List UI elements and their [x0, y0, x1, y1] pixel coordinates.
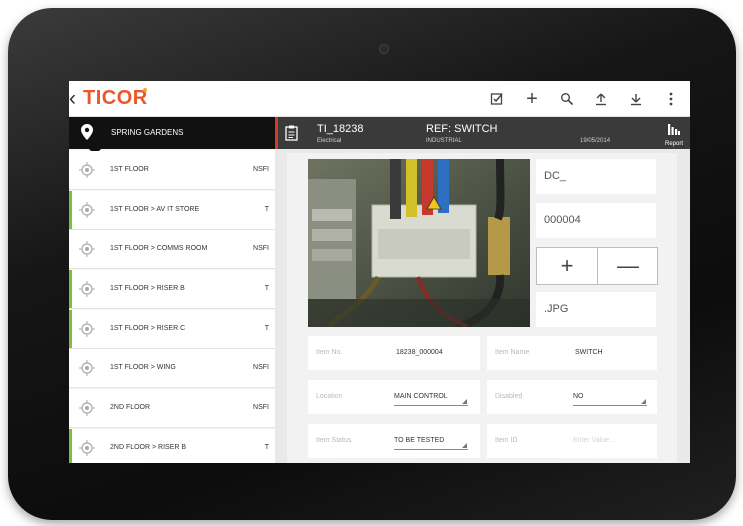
report-button[interactable]: Report	[662, 122, 686, 147]
list-item[interactable]: 2ND FLOOR > RISER B T	[69, 428, 275, 463]
map-pin-icon	[81, 124, 93, 140]
list-item[interactable]: 2ND FLOOR NSFI	[69, 389, 275, 429]
item-header: TI_18238 Electrical REF: SWITCH INDUSTRI…	[278, 117, 690, 149]
list-item-label: 1ST FLOOR > RISER B	[110, 285, 185, 293]
location-list: 1ST FLOOR NSFI 1ST FLOOR > AV IT STORE T…	[69, 151, 275, 463]
search-icon[interactable]	[556, 88, 578, 110]
extension-value: .JPG	[544, 303, 569, 315]
list-item-code: NSFI	[253, 166, 269, 173]
select-underline	[394, 449, 468, 450]
item-id-label: Item ID	[495, 437, 518, 444]
dropdown-icon	[462, 443, 467, 448]
app-screen: ‹ TICOR + SPRING GARDENS 1ST FLOOR NSFI …	[69, 81, 690, 463]
list-item-code: NSFI	[253, 245, 269, 253]
location-name: SPRING GARDENS	[111, 128, 184, 137]
item-no-label: Item No.	[316, 349, 343, 356]
item-id-placeholder: Enter Value...	[573, 437, 615, 444]
item-status-select[interactable]: Item Status TO BE TESTED	[308, 424, 480, 458]
select-underline	[394, 405, 468, 406]
status-label: Item Status	[316, 437, 352, 444]
location-value: MAIN CONTROL	[394, 393, 448, 400]
item-category: Electrical	[317, 138, 342, 144]
item-no-value: 18238_000004	[396, 349, 443, 356]
list-item-label: 1ST FLOOR > AV IT STORE	[110, 205, 200, 213]
back-arrow-icon[interactable]: ‹	[69, 87, 76, 111]
location-select[interactable]: Location MAIN CONTROL	[308, 380, 480, 414]
target-icon	[79, 439, 95, 456]
item-ref-title: REF: SWITCH	[426, 123, 498, 135]
item-detail-panel: DC_ 000004 + — .JPG Item No. 18238_00000…	[287, 153, 677, 463]
camera-icon	[379, 44, 389, 54]
target-icon	[79, 201, 95, 218]
item-no-field[interactable]: Item No. 18238_000004	[308, 336, 480, 370]
target-icon	[79, 162, 95, 178]
dropdown-icon	[641, 399, 646, 404]
list-item-label: 1ST FLOOR	[110, 166, 149, 173]
target-icon	[79, 320, 95, 337]
extension-field[interactable]: .JPG	[536, 292, 656, 327]
item-date: 19/05/2014	[580, 138, 611, 144]
list-item[interactable]: 1ST FLOOR > RISER B T	[69, 270, 275, 310]
clipboard-icon	[285, 125, 298, 141]
more-vert-icon[interactable]	[660, 88, 682, 110]
list-item[interactable]: 1ST FLOOR > AV IT STORE T	[69, 190, 275, 230]
item-name-label: Item Name	[495, 349, 530, 356]
download-icon[interactable]	[625, 88, 647, 110]
increment-button[interactable]: +	[537, 248, 597, 284]
list-item-code: NSFI	[253, 404, 269, 412]
status-value: TO BE TESTED	[394, 437, 445, 444]
report-label: Report	[664, 141, 683, 147]
list-item[interactable]: 1ST FLOOR > WING NSFI	[69, 349, 275, 389]
list-item-label: 2ND FLOOR	[110, 404, 151, 412]
item-id-field[interactable]: Item ID Enter Value...	[487, 424, 657, 458]
list-item-label: 2ND FLOOR > RISER B	[110, 443, 187, 451]
disabled-label: Disabled	[495, 393, 523, 400]
list-item-label: 1ST FLOOR > WING	[110, 364, 176, 372]
list-item-code: NSFI	[253, 364, 269, 372]
number-value: 000004	[544, 214, 581, 226]
list-item[interactable]: 1ST FLOOR > RISER C T	[69, 309, 275, 349]
target-icon	[79, 241, 95, 258]
disabled-select[interactable]: Disabled NO	[487, 380, 657, 414]
list-item[interactable]: 1ST FLOOR > COMMS ROOM NSFI	[69, 230, 275, 270]
list-item-code: T	[264, 205, 269, 213]
number-field[interactable]: 000004	[536, 203, 656, 238]
location-label: Location	[316, 393, 343, 400]
list-item-label: 1ST FLOOR > RISER C	[110, 324, 186, 332]
list-item[interactable]: 1ST FLOOR NSFI	[69, 151, 275, 190]
number-stepper: + —	[536, 247, 658, 285]
target-icon	[79, 360, 95, 377]
list-item-label: 1ST FLOOR > COMMS ROOM	[110, 245, 208, 253]
location-sidebar: SPRING GARDENS 1ST FLOOR NSFI 1ST FLOOR …	[69, 117, 275, 463]
app-bar: ‹ TICOR +	[69, 81, 690, 117]
item-type: INDUSTRIAL	[426, 138, 462, 144]
decrement-button[interactable]: —	[598, 248, 658, 284]
checklist-icon[interactable]	[486, 88, 508, 110]
target-icon	[79, 400, 95, 417]
app-logo: TICOR	[83, 87, 148, 109]
equipment-photo[interactable]	[308, 159, 530, 327]
prefix-value: DC_	[544, 170, 567, 182]
upload-icon[interactable]	[590, 88, 612, 110]
list-item-code: T	[264, 324, 269, 332]
bar-chart-icon	[668, 124, 680, 135]
prefix-field[interactable]: DC_	[536, 159, 656, 194]
location-header[interactable]: SPRING GARDENS	[69, 117, 275, 149]
list-item-code: T	[264, 443, 269, 451]
item-id-title: TI_18238	[317, 123, 364, 135]
item-name-field[interactable]: Item Name SWITCH	[487, 336, 657, 370]
disabled-value: NO	[573, 393, 584, 400]
list-item-code: T	[264, 285, 269, 293]
dropdown-icon	[462, 399, 467, 404]
add-plus-icon[interactable]: +	[521, 88, 543, 110]
select-underline	[573, 405, 647, 406]
target-icon	[79, 281, 95, 298]
item-name-value: SWITCH	[575, 349, 603, 356]
logo-dot-icon	[143, 88, 147, 92]
